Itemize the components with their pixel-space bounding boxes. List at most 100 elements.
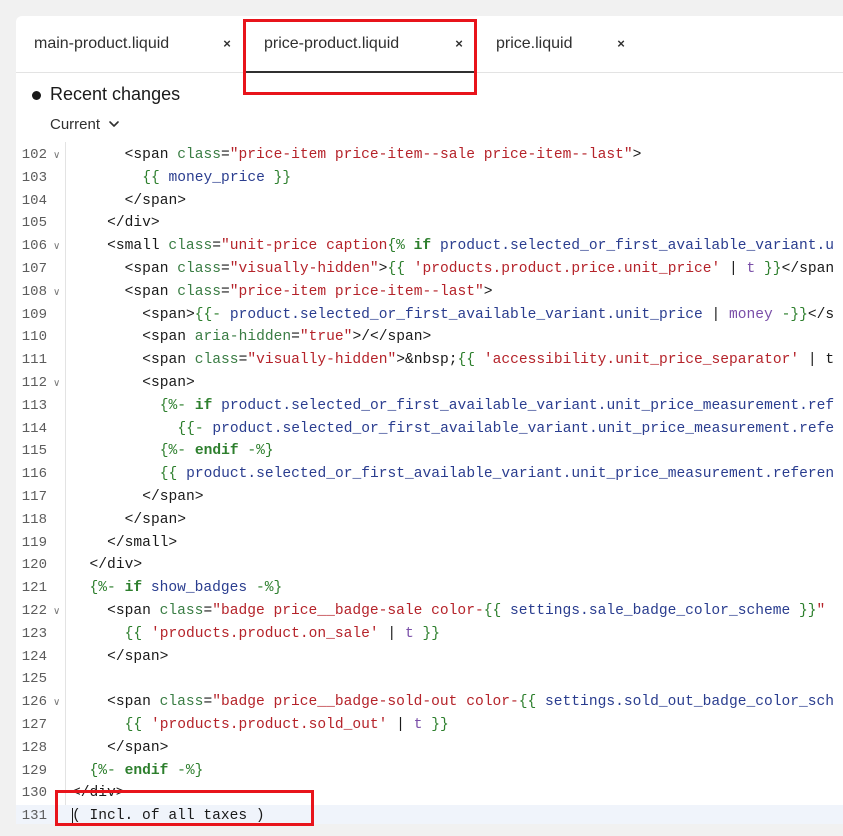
code-text: ( Incl. of all taxes ) bbox=[72, 808, 265, 824]
code-line[interactable]: 119 </small> bbox=[16, 532, 843, 555]
code-text: {{ product.selected_or_first_available_v… bbox=[159, 466, 835, 483]
line-number: 109 bbox=[21, 306, 47, 323]
code-editor[interactable]: 102 ∨ <span class="price-item price-item--… bbox=[16, 142, 843, 824]
line-number: 118 bbox=[21, 511, 47, 528]
code-line[interactable]: 113 {%- if product.selected_or_first_avai… bbox=[16, 395, 843, 418]
code-line[interactable]: 105 </div> bbox=[16, 212, 843, 235]
code-line[interactable]: 128 </span> bbox=[16, 737, 843, 760]
tab-label: price.liquid bbox=[496, 35, 573, 52]
line-number: 113 bbox=[21, 397, 47, 414]
line-number: 119 bbox=[21, 534, 47, 551]
code-line[interactable]: 124 </span> bbox=[16, 646, 843, 669]
line-number: 106 bbox=[21, 238, 47, 255]
close-icon[interactable]: × bbox=[614, 34, 628, 54]
code-line[interactable]: 122 ∨ <span class="badge price__badge-sale… bbox=[16, 600, 843, 623]
line-number: 102 bbox=[21, 147, 47, 163]
fold-chevron-icon[interactable]: ∨ bbox=[53, 601, 60, 624]
close-icon[interactable]: × bbox=[220, 34, 234, 54]
line-number: 127 bbox=[21, 717, 47, 733]
code-text: {{ money_price }} bbox=[142, 169, 292, 186]
code-line[interactable]: 115 {%- endif -%} bbox=[16, 440, 843, 463]
code-line[interactable]: 127 {{ 'products.product.sold_out' | t }} bbox=[16, 714, 843, 737]
code-text: <span> bbox=[142, 375, 195, 391]
version-dropdown[interactable]: Current bbox=[50, 114, 120, 134]
code-line[interactable]: 109 <span>{{- product.selected_or_first_a… bbox=[16, 304, 843, 327]
code-text: {%- endif -%} bbox=[89, 762, 204, 779]
code-text: <span class="price-item price-item--last… bbox=[124, 283, 493, 300]
code-text: {%- if show_badges -%} bbox=[89, 580, 283, 597]
code-text: <span class="visually-hidden">&nbsp;{{ '… bbox=[142, 352, 835, 369]
code-line[interactable]: 123 {{ 'products.product.on_sale' | t }} bbox=[16, 623, 843, 646]
code-editor-panel: main-product.liquid × price-product.liqu… bbox=[16, 16, 843, 824]
code-line[interactable]: 104 </span> bbox=[16, 190, 843, 213]
code-line[interactable]: 129 {%- endif -%} bbox=[16, 760, 843, 783]
code-text: {{ 'products.product.on_sale' | t }} bbox=[124, 625, 440, 642]
tab-label: main-product.liquid bbox=[34, 35, 170, 52]
line-number: 104 bbox=[21, 192, 47, 209]
line-number: 110 bbox=[21, 329, 47, 346]
code-text: </small> bbox=[107, 534, 178, 551]
fold-chevron-icon[interactable]: ∨ bbox=[53, 282, 60, 305]
code-line[interactable]: 117 </span> bbox=[16, 486, 843, 509]
code-line[interactable]: 125 bbox=[16, 668, 843, 691]
recent-changes-title: Recent changes bbox=[50, 84, 181, 104]
code-line[interactable]: 121 {%- if show_badges -%} bbox=[16, 577, 843, 600]
code-text: </span> bbox=[124, 511, 186, 528]
line-number: 120 bbox=[21, 557, 47, 574]
line-number: 130 bbox=[21, 785, 47, 802]
line-number: 111 bbox=[21, 352, 47, 369]
version-label: Current bbox=[50, 115, 101, 133]
code-line[interactable]: 118 </span> bbox=[16, 509, 843, 532]
tab-label: price-product.liquid bbox=[264, 35, 400, 52]
code-line[interactable]: 112 ∨ <span> bbox=[16, 372, 843, 395]
fold-chevron-icon[interactable]: ∨ bbox=[53, 145, 60, 168]
code-text: <small class="unit-price caption{% if pr… bbox=[107, 238, 835, 255]
line-number: 123 bbox=[21, 625, 47, 642]
fold-chevron-icon[interactable]: ∨ bbox=[53, 236, 60, 259]
code-line[interactable]: 106 ∨ <small class="unit-price caption{% i… bbox=[16, 235, 843, 258]
fold-chevron-icon[interactable]: ∨ bbox=[53, 373, 60, 396]
code-line[interactable]: 103 {{ money_price }} bbox=[16, 167, 843, 190]
code-line[interactable]: 120 </div> bbox=[16, 554, 843, 577]
line-number: 112 bbox=[21, 375, 47, 391]
line-number: 125 bbox=[21, 671, 47, 688]
file-tab-bar: main-product.liquid × price-product.liqu… bbox=[16, 16, 843, 73]
code-line[interactable]: 116 {{ product.selected_or_first_availabl… bbox=[16, 463, 843, 486]
code-line[interactable]: 114 {{- product.selected_or_first_availab… bbox=[16, 418, 843, 441]
line-number: 129 bbox=[21, 762, 47, 779]
tab-main-product-liquid[interactable]: main-product.liquid × bbox=[16, 16, 246, 72]
code-line[interactable]: 126 ∨ <span class="badge price__badge-sold… bbox=[16, 691, 843, 714]
code-line[interactable]: 107 <span class="visually-hidden">{{ 'pro… bbox=[16, 258, 843, 281]
line-number: 108 bbox=[21, 283, 47, 300]
code-text: <span aria-hidden="true">/</span> bbox=[142, 329, 432, 346]
code-line[interactable]: 130 </div> bbox=[16, 782, 843, 805]
code-text: </span> bbox=[107, 739, 169, 756]
code-text: <span class="price-item price-item--sale… bbox=[124, 147, 642, 163]
fold-chevron-icon[interactable]: ∨ bbox=[53, 692, 60, 715]
code-text: </span> bbox=[142, 489, 204, 505]
code-line[interactable]: 111 <span class="visually-hidden">&nbsp;{… bbox=[16, 349, 843, 372]
line-number: 105 bbox=[21, 215, 47, 232]
code-text: {{- product.selected_or_first_available_… bbox=[177, 420, 835, 437]
line-number: 128 bbox=[21, 739, 47, 756]
line-number: 103 bbox=[21, 169, 47, 186]
code-line[interactable]: 131 ( Incl. of all taxes ) bbox=[16, 805, 843, 824]
code-text: {%- endif -%} bbox=[159, 443, 274, 460]
code-text: <span class="visually-hidden">{{ 'produc… bbox=[124, 261, 835, 277]
code-text: {{ 'products.product.sold_out' | t }} bbox=[124, 717, 449, 733]
code-text: <span>{{- product.selected_or_first_avai… bbox=[142, 306, 835, 323]
code-line[interactable]: 108 ∨ <span class="price-item price-item--… bbox=[16, 281, 843, 304]
code-text: </span> bbox=[124, 192, 186, 209]
line-number: 114 bbox=[21, 420, 47, 437]
code-text: </div> bbox=[107, 215, 160, 232]
active-tab-indicator bbox=[246, 71, 474, 73]
tab-price-liquid[interactable]: price.liquid × bbox=[478, 16, 648, 72]
code-line[interactable]: 102 ∨ <span class="price-item price-item--… bbox=[16, 144, 843, 167]
code-text: </span> bbox=[107, 648, 169, 665]
code-text: <span class="badge price__badge-sold-out… bbox=[107, 694, 835, 711]
tab-price-product-liquid[interactable]: price-product.liquid × bbox=[246, 16, 478, 73]
code-line[interactable]: 110 <span aria-hidden="true">/</span> bbox=[16, 326, 843, 349]
close-icon[interactable]: × bbox=[452, 34, 466, 54]
line-number: 116 bbox=[21, 466, 47, 483]
chevron-down-icon bbox=[109, 121, 119, 127]
